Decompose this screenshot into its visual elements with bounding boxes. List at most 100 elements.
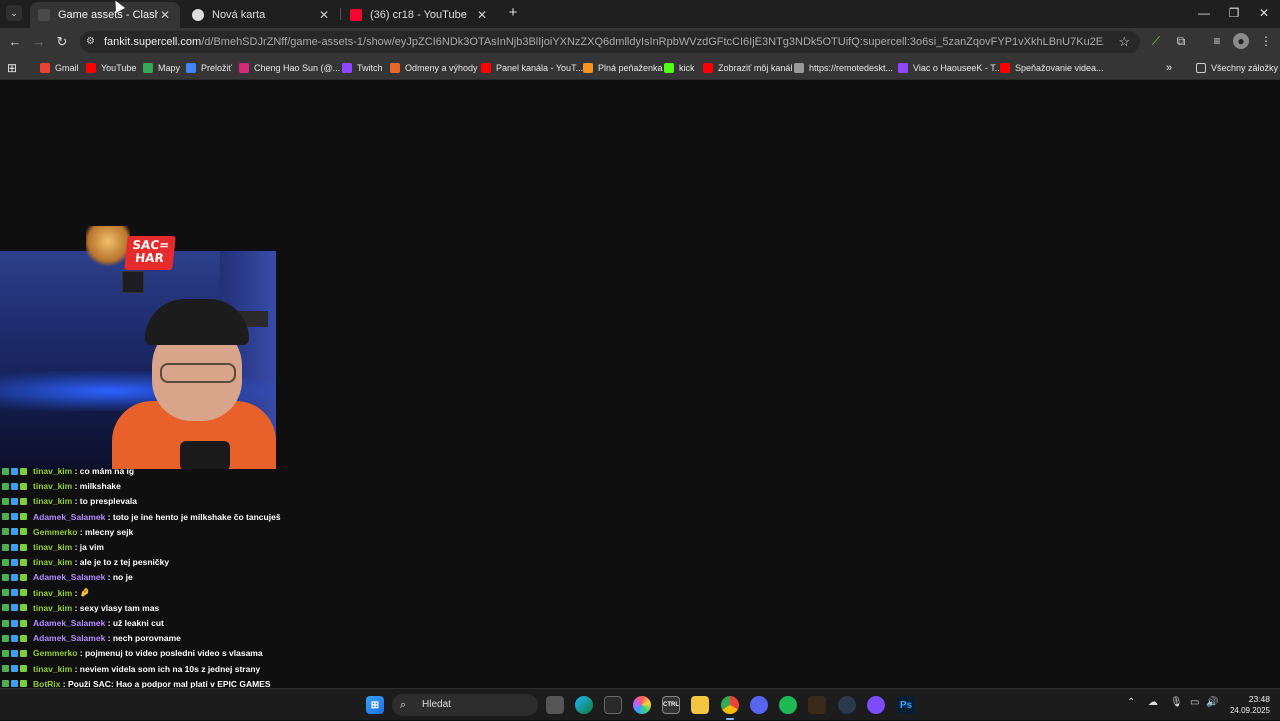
chat-username[interactable]: tinav_kim bbox=[33, 664, 72, 674]
bookmarks-overflow-button[interactable]: » bbox=[1166, 61, 1172, 75]
chat-message: Gemmerko : pojmenuj to video posledni vi… bbox=[2, 646, 263, 660]
chat-username[interactable]: tinav_kim bbox=[33, 603, 72, 613]
reload-button[interactable]: ↻ bbox=[53, 33, 71, 51]
bookmark-item[interactable]: Plná peňaženka bbox=[583, 61, 663, 75]
chrome-icon[interactable] bbox=[721, 696, 739, 714]
chat-badge-icon bbox=[11, 513, 18, 521]
bookmark-item[interactable]: Preložiť bbox=[186, 61, 232, 75]
profile-avatar-icon[interactable]: ● bbox=[1233, 33, 1249, 49]
chat-username[interactable]: tinav_kim bbox=[33, 466, 72, 476]
chat-badge-icon bbox=[11, 558, 18, 566]
tray-volume-icon[interactable]: 🔊 bbox=[1206, 697, 1218, 708]
tray-network-icon[interactable]: ▭ bbox=[1190, 697, 1199, 708]
minimize-button[interactable]: — bbox=[1189, 4, 1219, 22]
url-text[interactable]: fankit.supercell.com/d/BmehSDJrZNff/game… bbox=[104, 35, 1104, 49]
bookmark-item[interactable]: Twitch bbox=[342, 61, 383, 75]
chat-username[interactable]: tinav_kim bbox=[33, 481, 72, 491]
chat-badge-icon bbox=[2, 482, 9, 490]
chat-username[interactable]: Adamek_Salamek bbox=[33, 512, 105, 522]
address-bar[interactable]: ⚙ fankit.supercell.com/d/BmehSDJrZNff/ga… bbox=[80, 31, 1140, 53]
bookmark-label: Odmeny a výhody bbox=[405, 63, 478, 73]
chat-text: neviem videla som ich na 10s z jednej st… bbox=[79, 663, 261, 674]
obs-icon[interactable] bbox=[867, 696, 885, 714]
bookmark-star-icon[interactable]: ☆ bbox=[1118, 34, 1130, 50]
tab-close-icon[interactable]: ✕ bbox=[475, 8, 489, 22]
bookmark-item[interactable]: kick bbox=[664, 61, 695, 75]
bookmark-label: Zobraziť môj kanál bbox=[718, 63, 793, 73]
bookmark-favicon-icon bbox=[86, 63, 96, 73]
tab-youtube[interactable]: (36) cr18 - YouTube ✕ bbox=[342, 2, 497, 28]
chat-badge-icon bbox=[11, 649, 18, 657]
start-icon[interactable]: ⊞ bbox=[366, 696, 384, 714]
apps-grid-icon[interactable]: ⊞ bbox=[7, 61, 17, 75]
chat-badges bbox=[2, 649, 29, 657]
tab-new-tab[interactable]: Nová karta ✕ bbox=[184, 2, 339, 28]
bookmark-favicon-icon bbox=[143, 63, 153, 73]
all-bookmarks-button[interactable]: Všechny záložky bbox=[1196, 61, 1278, 75]
explorer-icon[interactable] bbox=[691, 696, 709, 714]
photoshop-icon[interactable]: Ps bbox=[897, 696, 915, 714]
bookmark-item[interactable]: Zobraziť môj kanál bbox=[703, 61, 792, 75]
bookmark-item[interactable]: Gmail bbox=[40, 61, 79, 75]
extensions-puzzle-icon[interactable]: ⧉ bbox=[1173, 33, 1189, 49]
chat-separator: : bbox=[105, 618, 113, 628]
steam-icon[interactable] bbox=[838, 696, 856, 714]
bookmark-item[interactable]: Panel kanála - YouT... bbox=[481, 61, 583, 75]
taskbar-search[interactable]: ⌕ Hledat bbox=[392, 694, 538, 716]
chat-badges bbox=[2, 497, 29, 505]
chat-badge-icon bbox=[20, 649, 27, 657]
close-window-button[interactable]: ✕ bbox=[1249, 4, 1279, 22]
discord-icon[interactable] bbox=[750, 696, 768, 714]
chat-separator: : bbox=[105, 633, 113, 644]
chrome-favicon-icon bbox=[192, 9, 204, 21]
chat-username[interactable]: tinav_kim bbox=[33, 542, 72, 552]
bookmark-item[interactable]: Mapy bbox=[143, 61, 180, 75]
tray-microphone-icon[interactable]: 🎙 bbox=[1170, 697, 1183, 708]
tab-search-chevron-icon[interactable]: ⌄ bbox=[6, 5, 22, 21]
bookmark-item[interactable]: https://remotedeskt... bbox=[794, 61, 893, 75]
bookmark-item[interactable]: Speňažovanie videa... bbox=[1000, 61, 1104, 75]
logo-badge: SAC= HAR bbox=[124, 236, 176, 270]
site-info-icon[interactable]: ⚙ bbox=[86, 36, 98, 48]
chat-username[interactable]: Adamek_Salamek bbox=[33, 618, 105, 628]
chat-text: milkshake bbox=[79, 481, 121, 492]
bookmark-favicon-icon bbox=[390, 63, 400, 73]
forward-button[interactable]: → bbox=[30, 33, 48, 51]
back-button[interactable]: ← bbox=[6, 33, 24, 51]
chat-separator: : bbox=[72, 542, 80, 552]
tab-close-icon[interactable]: ✕ bbox=[317, 8, 331, 22]
more-menu-icon[interactable]: ⋮ bbox=[1258, 33, 1274, 49]
taskbar-clock[interactable]: 23:48 24.09.2025 bbox=[1230, 693, 1270, 717]
media-control-icon[interactable]: ≡ bbox=[1209, 33, 1225, 49]
bookmark-item[interactable]: YouTube bbox=[86, 61, 136, 75]
restore-button[interactable]: ❐ bbox=[1219, 4, 1249, 22]
youtube-favicon-icon bbox=[350, 9, 362, 21]
store-icon[interactable] bbox=[604, 696, 622, 714]
extension-leaf-icon[interactable]: ⟋ bbox=[1148, 33, 1164, 49]
terminal-icon[interactable]: CTRL bbox=[662, 696, 680, 714]
new-tab-button[interactable]: + bbox=[505, 5, 521, 21]
chat-badges bbox=[2, 513, 29, 521]
chat-text: už leakni cut bbox=[112, 618, 164, 628]
copilot-icon[interactable] bbox=[633, 696, 651, 714]
bookmark-item[interactable]: Cheng Hao Sun (@... bbox=[239, 61, 340, 75]
chat-username[interactable]: Adamek_Salamek bbox=[33, 572, 105, 582]
bookmark-item[interactable]: Viac o HaouseeK - T... bbox=[898, 61, 1002, 75]
chat-separator: : bbox=[72, 602, 80, 613]
edge-icon[interactable] bbox=[575, 696, 593, 714]
tab-close-icon[interactable]: ✕ bbox=[158, 8, 172, 22]
tray-overflow-icon[interactable]: ⌃ bbox=[1127, 697, 1135, 708]
chat-username[interactable]: Gemmerko bbox=[33, 527, 77, 537]
chat-username[interactable]: tinav_kim bbox=[33, 496, 72, 506]
tab-game-assets[interactable]: Game assets - Clash Royale ✕ bbox=[30, 2, 180, 28]
all-bookmarks-label: Všechny záložky bbox=[1211, 63, 1279, 73]
chat-username[interactable]: tinav_kim bbox=[33, 557, 72, 567]
bookmark-item[interactable]: Odmeny a výhody bbox=[390, 61, 478, 75]
chat-username[interactable]: Gemmerko bbox=[33, 648, 77, 658]
task-view-icon[interactable] bbox=[546, 696, 564, 714]
tray-cloud-icon[interactable]: ☁ bbox=[1148, 697, 1158, 708]
chat-username[interactable]: Adamek_Salamek bbox=[33, 633, 105, 643]
app-icon[interactable] bbox=[808, 696, 826, 714]
spotify-icon[interactable] bbox=[779, 696, 797, 714]
chat-username[interactable]: tinav_kim bbox=[33, 588, 72, 598]
